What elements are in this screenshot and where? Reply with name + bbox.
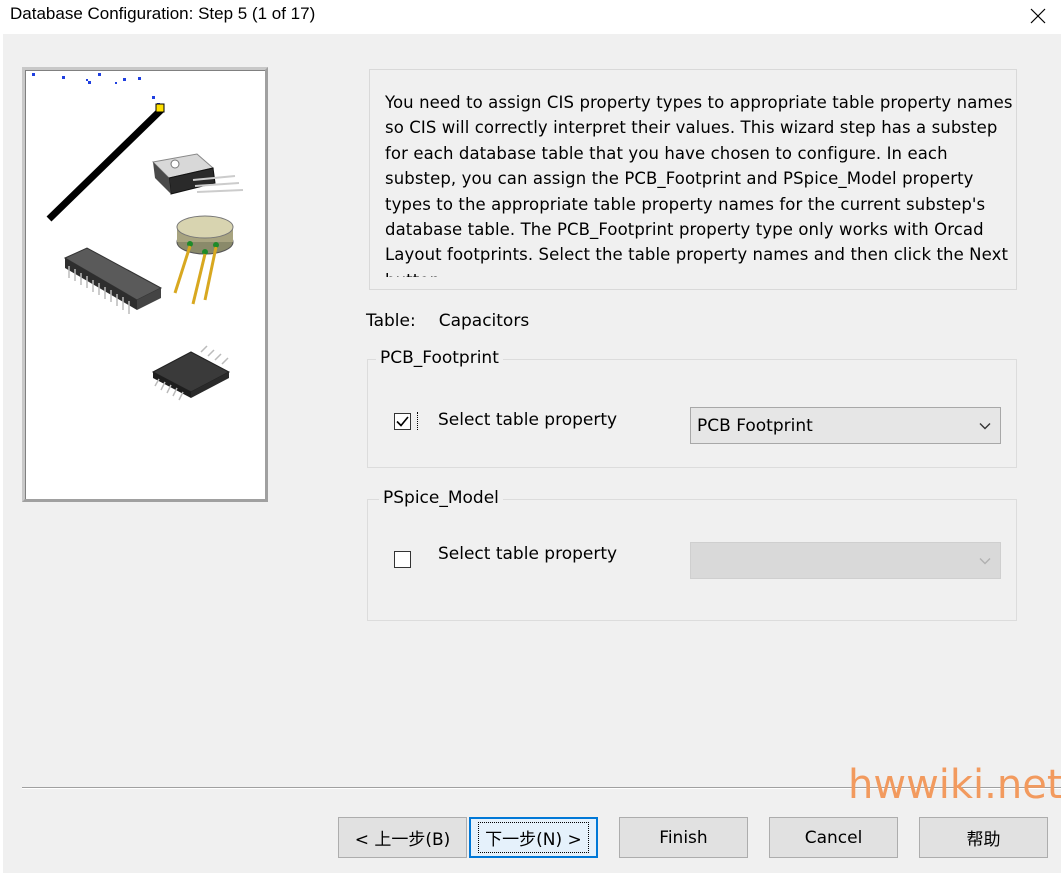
cancel-button[interactable]: Cancel	[769, 817, 898, 858]
back-button[interactable]: < 上一步(B)	[338, 817, 467, 858]
description-box: You need to assign CIS property types to…	[369, 69, 1017, 290]
pspice-model-group: PSpice_Model Select table property	[367, 488, 1017, 621]
pcb-footprint-select[interactable]: PCB Footprint	[690, 407, 1001, 444]
next-button-label: 下一步(N) >	[478, 822, 589, 853]
checkbox-focus-indicator	[414, 412, 418, 430]
description-text: You need to assign CIS property types to…	[385, 93, 1013, 277]
pcb-footprint-legend: PCB_Footprint	[376, 348, 503, 368]
table-row: Table: Capacitors	[366, 311, 529, 331]
pspice-model-select[interactable]	[690, 542, 1001, 579]
pspice-select-label: Select table property	[438, 544, 618, 564]
wizard-illustration	[22, 67, 268, 502]
table-label: Table:	[366, 311, 416, 331]
pcb-footprint-group: PCB_Footprint Select table property PCB …	[367, 348, 1017, 468]
window-edge	[0, 34, 3, 873]
cancel-button-label: Cancel	[804, 827, 863, 848]
check-icon	[396, 416, 409, 427]
pspice-model-legend: PSpice_Model	[379, 488, 503, 508]
watermark: hwwiki.net	[848, 762, 1061, 808]
pspice-model-checkbox[interactable]	[394, 551, 411, 568]
window-title: Database Configuration: Step 5 (1 of 17)	[10, 4, 316, 23]
back-button-label: < 上一步(B)	[354, 830, 451, 850]
title-bar: Database Configuration: Step 5 (1 of 17)	[0, 0, 1061, 34]
finish-button-label: Finish	[659, 827, 708, 848]
chevron-down-icon	[979, 558, 991, 565]
next-button[interactable]: 下一步(N) >	[469, 817, 598, 858]
table-value: Capacitors	[438, 311, 530, 331]
close-icon	[1030, 8, 1046, 24]
help-button[interactable]: 帮助	[919, 817, 1048, 858]
components-illustration	[32, 73, 244, 401]
help-button-label: 帮助	[966, 830, 1001, 850]
close-button[interactable]	[1021, 0, 1055, 32]
pcb-footprint-checkbox[interactable]	[394, 413, 411, 430]
chevron-down-icon	[979, 423, 991, 430]
pcb-footprint-selected-value: PCB Footprint	[697, 416, 813, 436]
pcb-select-label: Select table property	[438, 410, 618, 430]
finish-button[interactable]: Finish	[619, 817, 748, 858]
